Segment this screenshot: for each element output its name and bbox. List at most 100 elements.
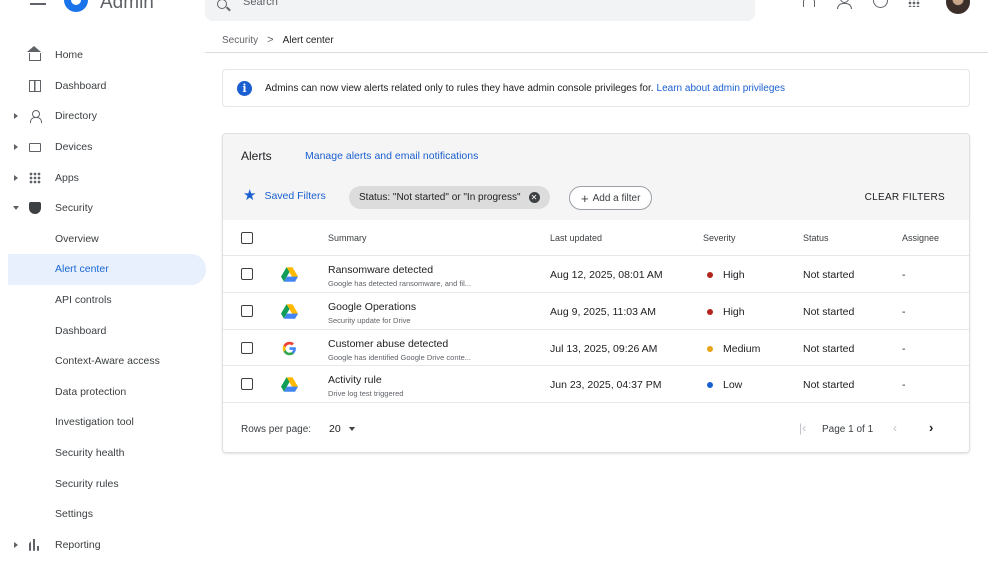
sidebar-item-reporting[interactable]: Reporting <box>0 530 205 561</box>
rows-per-page-select[interactable]: 20 <box>329 423 355 435</box>
alert-description: Security update for Drive <box>328 315 411 325</box>
sidebar-item-settings[interactable]: Settings <box>0 499 205 530</box>
saved-filters-button[interactable]: ★ Saved Filters <box>243 188 326 203</box>
sidebar-item-label: Security <box>55 202 93 215</box>
chevron-right-icon[interactable] <box>14 174 18 181</box>
table-footer: Rows per page: 20 |‹ Page 1 of 1 ‹ › <box>223 408 969 448</box>
severity-badge: Medium <box>707 343 760 355</box>
sidebar-item-api-controls[interactable]: API controls <box>0 285 205 316</box>
search-box[interactable] <box>205 0 755 21</box>
breadcrumb-current: Alert center <box>282 34 334 46</box>
sidebar-item-label: Home <box>55 49 84 62</box>
add-filter-button[interactable]: + Add a filter <box>569 186 653 210</box>
assignee-value: - <box>902 305 906 318</box>
row-checkbox[interactable] <box>241 304 253 317</box>
column-header-severity[interactable]: Severity <box>703 233 736 243</box>
column-header-status[interactable]: Status <box>803 233 829 243</box>
sidebar-item-dashboard[interactable]: Dashboard <box>0 71 205 102</box>
select-all-checkbox[interactable] <box>241 232 253 244</box>
manage-alerts-link[interactable]: Manage alerts and email notifications <box>305 150 478 162</box>
sidebar-item-devices[interactable]: Devices <box>0 132 205 163</box>
sidebar-item-label: Dashboard <box>55 324 107 337</box>
sidebar-item-security[interactable]: Security <box>0 193 205 224</box>
severity-label: Low <box>723 379 743 392</box>
sidebar-item-directory[interactable]: Directory <box>0 101 205 132</box>
alert-title[interactable]: Google Operations <box>328 301 416 313</box>
shield-icon <box>29 202 41 215</box>
first-page-icon[interactable]: |‹ <box>799 421 806 435</box>
sidebar-item-label: Context-Aware access <box>55 355 160 368</box>
rows-per-page-value: 20 <box>329 423 341 435</box>
app-title: Admin <box>100 0 154 13</box>
status-filter-chip[interactable]: Status: "Not started" or "In progress" ✕ <box>349 186 550 209</box>
table-row[interactable]: Ransomware detected Google has detected … <box>223 256 969 293</box>
chevron-right-icon[interactable] <box>14 144 18 151</box>
chevron-right-icon[interactable] <box>14 113 18 120</box>
row-checkbox[interactable] <box>241 341 253 354</box>
learn-more-link[interactable]: Learn about admin privileges <box>657 83 785 94</box>
breadcrumb-parent[interactable]: Security <box>222 35 258 46</box>
alerts-table: Summary Last updated Severity Status Ass… <box>223 220 969 404</box>
sidebar-item-security-dashboard[interactable]: Dashboard <box>0 315 205 346</box>
table-header-row: Summary Last updated Severity Status Ass… <box>223 220 969 256</box>
table-row[interactable]: Customer abuse detected Google has ident… <box>223 330 969 367</box>
alert-description: Google has detected ransomware, and fil.… <box>328 279 471 288</box>
sidebar-item-security-health[interactable]: Security health <box>0 438 205 469</box>
assignee-value: - <box>902 342 906 355</box>
bar-chart-icon <box>29 538 40 551</box>
sidebar-item-overview[interactable]: Overview <box>0 224 205 255</box>
search-input[interactable] <box>243 0 723 10</box>
sidebar: Home Dashboard Directory Devices Apps Se… <box>0 40 206 561</box>
chevron-down-icon[interactable] <box>13 206 19 211</box>
sidebar-item-label: Devices <box>55 141 93 154</box>
close-icon[interactable]: ✕ <box>528 192 540 203</box>
sidebar-item-context-aware-access[interactable]: Context-Aware access <box>0 346 205 377</box>
avatar[interactable] <box>946 0 970 14</box>
page-indicator: Page 1 of 1 <box>822 424 874 435</box>
severity-dot <box>707 308 713 315</box>
sidebar-item-data-protection[interactable]: Data protection <box>0 377 205 408</box>
alert-title[interactable]: Activity rule <box>328 374 382 386</box>
sidebar-item-apps[interactable]: Apps <box>0 162 205 193</box>
alert-date: Aug 9, 2025, 11:03 AM <box>550 305 657 318</box>
column-header-assignee[interactable]: Assignee <box>902 233 939 243</box>
apps-icon <box>29 171 41 184</box>
sidebar-item-security-rules[interactable]: Security rules <box>0 468 205 499</box>
person-icon[interactable] <box>836 0 852 9</box>
sidebar-item-home[interactable]: Home <box>0 40 205 71</box>
chevron-down-icon <box>348 427 355 431</box>
severity-dot <box>707 272 713 278</box>
table-row[interactable]: Activity rule Drive log test triggered J… <box>223 366 969 404</box>
bell-icon[interactable] <box>800 0 816 8</box>
alert-date: Jul 13, 2025, 09:26 AM <box>550 342 658 355</box>
sidebar-item-investigation-tool[interactable]: Investigation tool <box>0 407 205 438</box>
status-label: Not started <box>803 305 855 318</box>
chevron-left-icon[interactable]: ‹ <box>893 421 897 435</box>
filter-chip-label: Status: "Not started" or "In progress" <box>359 192 521 203</box>
menu-icon[interactable] <box>30 0 46 6</box>
clear-filters-button[interactable]: CLEAR FILTERS <box>865 192 945 203</box>
chevron-right-icon[interactable]: › <box>929 420 933 435</box>
chevron-right-icon[interactable] <box>14 541 18 548</box>
sidebar-item-label: Alert center <box>55 263 109 276</box>
google-drive-icon <box>281 304 298 319</box>
apps-grid-icon[interactable] <box>908 0 920 7</box>
alert-title[interactable]: Ransomware detected <box>328 264 433 276</box>
row-checkbox[interactable] <box>241 268 253 280</box>
column-header-summary[interactable]: Summary <box>328 233 367 243</box>
alert-date: Jun 23, 2025, 04:37 PM <box>550 379 662 392</box>
alert-date: Aug 12, 2025, 08:01 AM <box>550 269 663 281</box>
status-label: Not started <box>803 379 855 392</box>
add-filter-label: Add a filter <box>592 192 641 204</box>
severity-badge: High <box>707 269 745 281</box>
dashboard-icon <box>29 79 41 92</box>
sidebar-item-alert-center[interactable]: Alert center <box>8 254 206 285</box>
row-checkbox[interactable] <box>241 378 253 391</box>
alert-title[interactable]: Customer abuse detected <box>328 338 448 350</box>
plus-icon: + <box>581 190 589 206</box>
admin-logo[interactable] <box>64 0 88 12</box>
table-row[interactable]: Google Operations Security update for Dr… <box>223 293 969 330</box>
alerts-title: Alerts <box>241 149 272 163</box>
column-header-last-updated[interactable]: Last updated <box>550 233 602 243</box>
help-icon[interactable] <box>872 0 888 8</box>
